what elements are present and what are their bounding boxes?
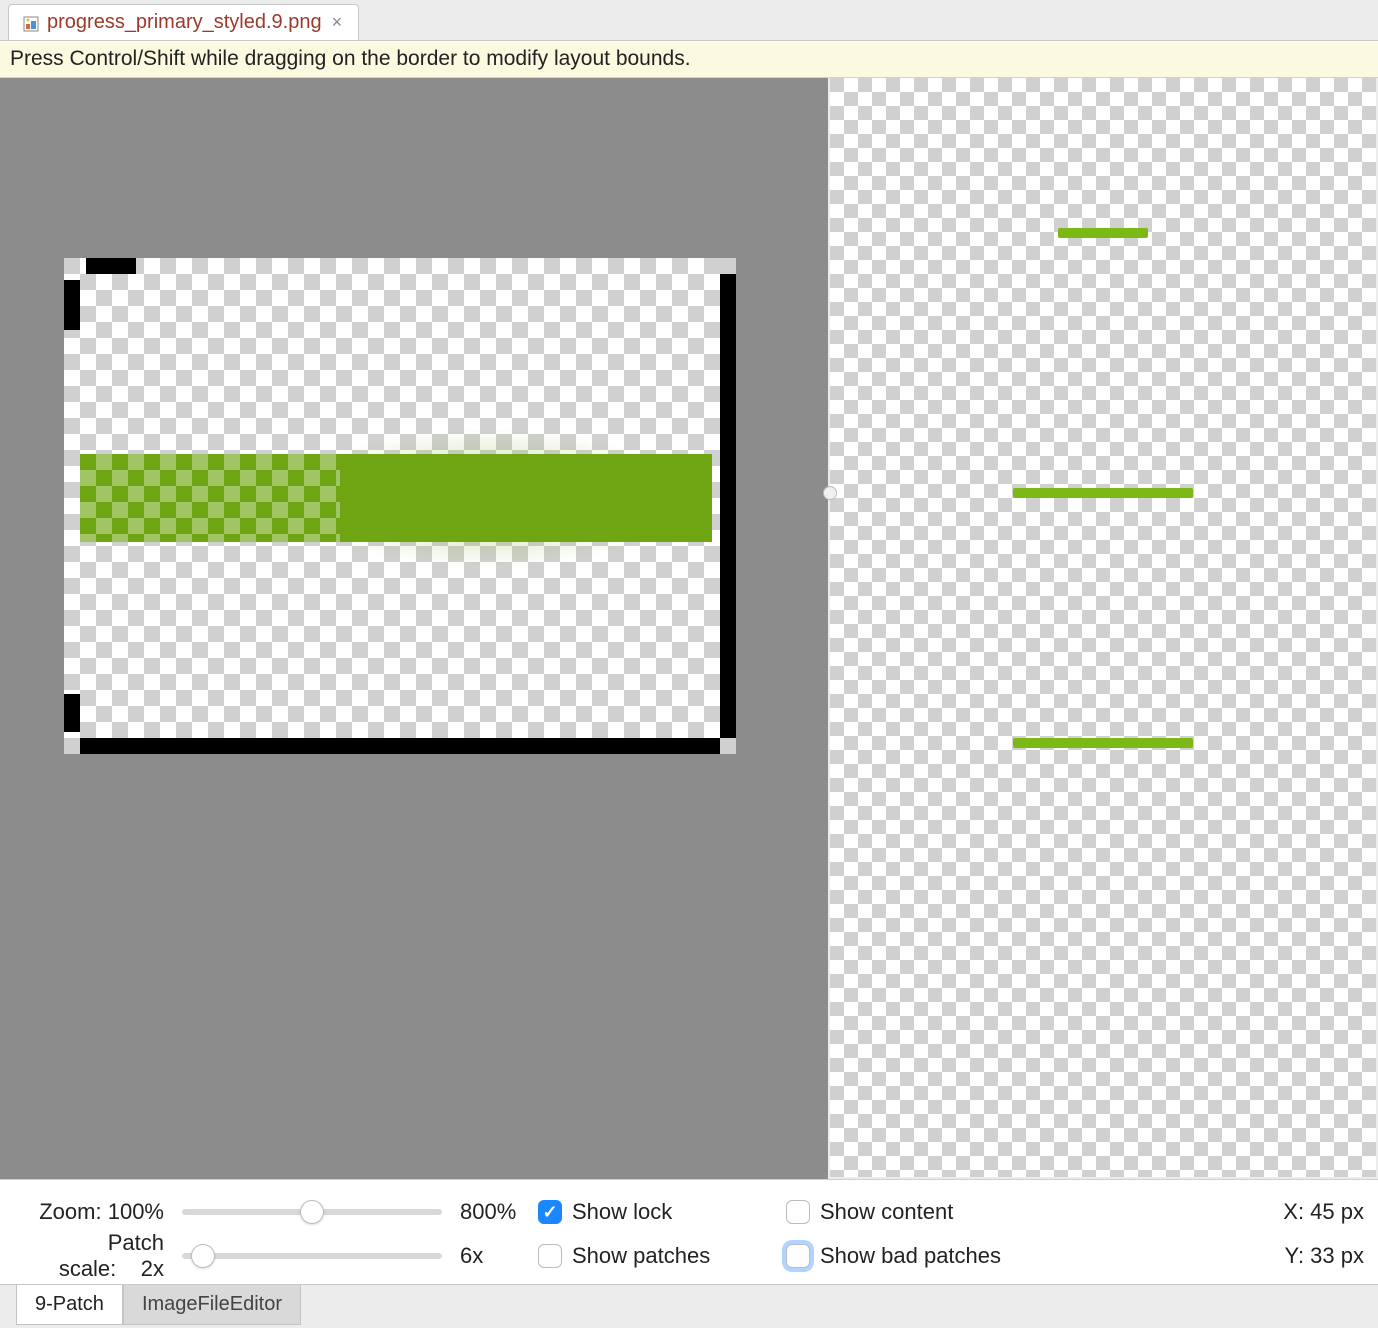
preview-small — [1058, 228, 1148, 238]
preview-bar — [1013, 488, 1193, 498]
slider-thumb[interactable] — [191, 1244, 215, 1268]
file-tab-label: progress_primary_styled.9.png — [47, 11, 322, 34]
preview-pane — [828, 78, 1378, 1179]
patch-edge-top[interactable] — [86, 258, 136, 274]
preview-bar — [1013, 738, 1193, 748]
corner-marker — [720, 258, 736, 274]
close-icon[interactable]: × — [330, 12, 345, 33]
show-bad-patches-label: Show bad patches — [820, 1243, 1001, 1269]
patch-edge-left[interactable] — [64, 280, 80, 330]
editor-tab-bar: progress_primary_styled.9.png × — [0, 0, 1378, 40]
control-row-2: Patch scale: 2x 6x Show patches Show bad… — [14, 1234, 1364, 1278]
show-patches-checkbox[interactable] — [538, 1244, 562, 1268]
show-bad-patches-group: Show bad patches — [786, 1243, 1016, 1269]
image-file-icon — [23, 15, 39, 31]
patch-scale-label: Patch scale: 2x — [14, 1230, 164, 1282]
preview-checker-bg — [830, 78, 1376, 1177]
show-content-label: Show content — [820, 1199, 953, 1225]
bottom-controls: Zoom: 100% 800% Show lock Show content X… — [0, 1179, 1378, 1284]
show-patches-label: Show patches — [572, 1243, 710, 1269]
nine-patch-canvas[interactable] — [64, 258, 736, 754]
hint-bar: Press Control/Shift while dragging on th… — [0, 40, 1378, 78]
coord-y: Y: 33 px — [1264, 1243, 1364, 1269]
preview-medium — [1013, 488, 1193, 498]
slider-thumb[interactable] — [300, 1200, 324, 1224]
show-content-checkbox[interactable] — [786, 1200, 810, 1224]
preview-bar — [1058, 228, 1148, 238]
control-row-1: Zoom: 100% 800% Show lock Show content X… — [14, 1190, 1364, 1234]
show-content-group: Show content — [786, 1199, 1016, 1225]
tab-image-file-editor[interactable]: ImageFileEditor — [123, 1285, 301, 1325]
show-patches-group: Show patches — [538, 1243, 768, 1269]
progress-bar-fade — [80, 454, 340, 542]
file-tab[interactable]: progress_primary_styled.9.png × — [8, 4, 359, 40]
corner-marker — [720, 738, 736, 754]
tab-9patch[interactable]: 9-Patch — [16, 1285, 123, 1325]
patch-scale-max-label: 6x — [460, 1243, 520, 1269]
preview-large — [1013, 738, 1193, 748]
nine-patch-editor-viewport[interactable] — [0, 78, 828, 1179]
show-lock-checkbox[interactable] — [538, 1200, 562, 1224]
corner-marker — [64, 738, 80, 754]
patch-edge-bottom[interactable] — [80, 738, 720, 754]
bottom-tab-bar: 9-Patch ImageFileEditor — [0, 1284, 1378, 1328]
show-bad-patches-checkbox[interactable] — [786, 1244, 810, 1268]
show-lock-group: Show lock — [538, 1199, 768, 1225]
patch-edge-right[interactable] — [720, 274, 736, 738]
zoom-max-label: 800% — [460, 1199, 520, 1225]
coord-x: X: 45 px — [1264, 1199, 1364, 1225]
zoom-slider[interactable] — [182, 1200, 442, 1224]
corner-marker — [64, 258, 80, 274]
main-area — [0, 78, 1378, 1179]
patch-scale-slider[interactable] — [182, 1244, 442, 1268]
slider-track — [182, 1253, 442, 1259]
zoom-label: Zoom: 100% — [14, 1199, 164, 1225]
patch-edge-left-bottom[interactable] — [64, 694, 80, 732]
preview-resize-handle[interactable] — [823, 486, 837, 500]
show-lock-label: Show lock — [572, 1199, 672, 1225]
